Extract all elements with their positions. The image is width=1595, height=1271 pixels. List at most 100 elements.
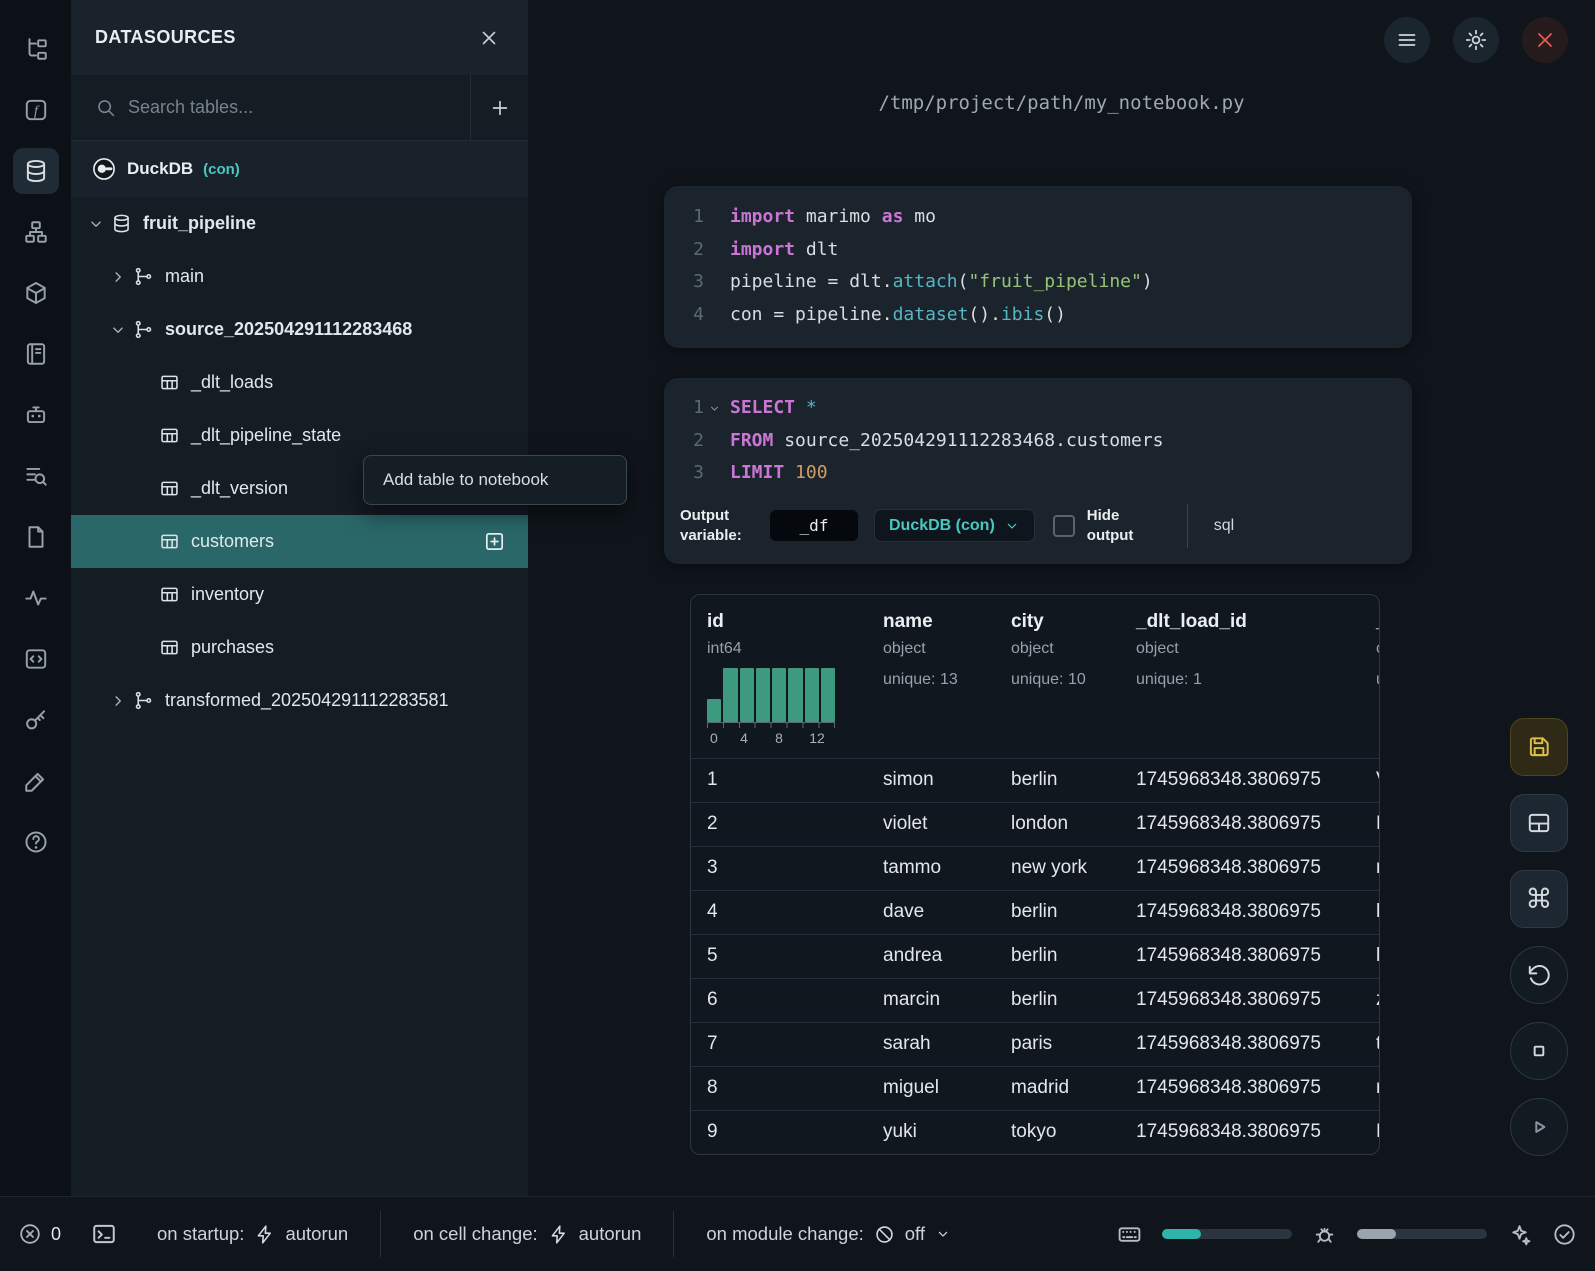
restart-button[interactable] [1510, 946, 1568, 1004]
tree-item-label: inventory [191, 584, 264, 605]
sidebar-datasources-button[interactable] [13, 148, 59, 194]
error-count: 0 [51, 1224, 61, 1245]
stop-button[interactable] [1510, 1022, 1568, 1080]
tree-item-source_202504291112283468[interactable]: source_202504291112283468 [71, 303, 528, 356]
table-row[interactable]: 2violetlondon1745968348.3806975D [691, 802, 1379, 846]
tree-item-label: source_202504291112283468 [165, 319, 412, 340]
sidebar-scratchpad-button[interactable] [13, 514, 59, 560]
sidebar-tracing-button[interactable] [13, 575, 59, 621]
statusbar-left: 0 [18, 1221, 117, 1247]
bug-icon [1312, 1222, 1337, 1247]
panel-title: DATASOURCES [95, 27, 236, 48]
sidebar-secrets-button[interactable] [13, 697, 59, 743]
errors-indicator[interactable]: 0 [18, 1222, 61, 1246]
slider-1[interactable] [1162, 1229, 1292, 1239]
table-row[interactable]: 8miguelmadrid1745968348.3806975r [691, 1066, 1379, 1110]
tree-item-label: _dlt_version [191, 478, 288, 499]
chevron-down-icon [109, 321, 127, 339]
tree-item-transformed_202504291112283581[interactable]: transformed_202504291112283581 [71, 674, 528, 727]
sidebar-variables-button[interactable]: f [13, 87, 59, 133]
column-header-city[interactable]: cityobjectunique: 10 [995, 611, 1120, 748]
add-table-tooltip: Add table to notebook [363, 455, 627, 505]
code-cell-sql[interactable]: 1SELECT *2FROM source_202504291112283468… [664, 378, 1412, 564]
tree-item-_dlt_loads[interactable]: _dlt_loads [71, 356, 528, 409]
tree-item-customers[interactable]: customers [71, 515, 528, 568]
engine-select-dropdown[interactable]: DuckDB (con) [874, 509, 1035, 542]
config-label: on startup: [157, 1223, 244, 1245]
engine-row-duckdb[interactable]: DuckDB (con) [71, 141, 528, 197]
engine-select-value: DuckDB (con) [889, 517, 995, 535]
column-header-_dlt_load_id[interactable]: _dlt_load_idobjectunique: 1 [1120, 611, 1360, 748]
table-icon [159, 478, 180, 499]
on-cell-change-config[interactable]: on cell change:autorun [380, 1211, 673, 1257]
sidebar-documentation-button[interactable] [13, 331, 59, 377]
terminal-button[interactable] [91, 1221, 117, 1247]
tree-item-main[interactable]: main [71, 250, 528, 303]
python-code-editor[interactable]: 1import marimo as mo2import dlt3pipeline… [664, 201, 1412, 331]
add-table-to-notebook-button[interactable] [483, 530, 506, 553]
add-datasource-button[interactable] [470, 75, 528, 140]
tree-item-fruit_pipeline[interactable]: fruit_pipeline [71, 197, 528, 250]
undo-icon [1526, 962, 1552, 988]
status-check-button[interactable] [1552, 1222, 1577, 1247]
on-startup-config[interactable]: on startup:autorun [125, 1211, 380, 1257]
tree-item-purchases[interactable]: purchases [71, 621, 528, 674]
table-row[interactable]: 4daveberlin1745968348.3806975h [691, 890, 1379, 934]
code-cell-python[interactable]: 1import marimo as mo2import dlt3pipeline… [664, 186, 1412, 348]
keyboard-button[interactable] [1117, 1222, 1142, 1247]
settings-button[interactable] [1453, 17, 1499, 63]
layout-button[interactable] [1510, 794, 1568, 852]
sidebar-help-button[interactable] [13, 819, 59, 865]
table-row[interactable]: 3tammonew york1745968348.3806975r [691, 846, 1379, 890]
panel-close-button[interactable] [474, 23, 504, 53]
sidebar-dependencies-button[interactable] [13, 209, 59, 255]
table-row[interactable]: 7sarahparis1745968348.3806975t [691, 1022, 1379, 1066]
result-table: idint6404812nameobjectunique: 13cityobje… [690, 594, 1380, 1155]
column-header-name[interactable]: nameobjectunique: 13 [867, 611, 995, 748]
ai-sparkles-button[interactable] [1507, 1222, 1532, 1247]
snippets-icon [23, 646, 49, 672]
debug-button[interactable] [1312, 1222, 1337, 1247]
statusbar-right [1117, 1222, 1577, 1247]
table-icon [159, 531, 180, 552]
lightning-icon [254, 1224, 275, 1245]
close-app-button[interactable] [1522, 17, 1568, 63]
top-actions [1384, 17, 1568, 63]
database-icon [111, 213, 132, 234]
slider-2[interactable] [1357, 1229, 1487, 1239]
search-input[interactable] [116, 97, 470, 118]
command-palette-button[interactable]: ⌘ [1510, 870, 1568, 928]
sidebar-files-button[interactable] [13, 26, 59, 72]
sidebar-annotations-button[interactable] [13, 758, 59, 804]
run-button[interactable] [1510, 1098, 1568, 1156]
schema-icon [133, 266, 154, 287]
table-icon [159, 637, 180, 658]
table-row[interactable]: 6marcinberlin1745968348.3806975z [691, 978, 1379, 1022]
table-row[interactable]: 1simonberlin1745968348.3806975V [691, 758, 1379, 802]
panel-header: DATASOURCES [71, 0, 528, 75]
output-variable-input[interactable] [770, 510, 858, 541]
sidebar-snippets-button[interactable] [13, 636, 59, 682]
table-row[interactable]: 9yukitokyo1745968348.3806975E [691, 1110, 1379, 1154]
config-label: on module change: [706, 1223, 863, 1245]
packages-icon [23, 280, 49, 306]
table-row[interactable]: 5andreaberlin1745968348.3806975k [691, 934, 1379, 978]
on-module-change-config[interactable]: on module change: off [673, 1211, 983, 1257]
column-header-_dlt_id[interactable]: _dlt_idobjectunique: 13 [1360, 611, 1380, 748]
fold-chevron-icon[interactable] [708, 402, 721, 415]
menu-button[interactable] [1384, 17, 1430, 63]
config-value: off [905, 1223, 925, 1245]
table-icon [159, 425, 180, 446]
save-button[interactable] [1510, 718, 1568, 776]
ai-chat-icon [23, 402, 49, 428]
scratchpad-icon [23, 524, 49, 550]
command-icon: ⌘ [1526, 886, 1553, 913]
activity-bar: f [0, 0, 71, 1196]
sidebar-ai-chat-button[interactable] [13, 392, 59, 438]
sidebar-logs-button[interactable] [13, 453, 59, 499]
tree-item-inventory[interactable]: inventory [71, 568, 528, 621]
sql-code-editor[interactable]: 1SELECT *2FROM source_202504291112283468… [664, 392, 1412, 490]
hide-output-checkbox[interactable] [1053, 515, 1075, 537]
sidebar-packages-button[interactable] [13, 270, 59, 316]
column-header-id[interactable]: idint6404812 [691, 611, 867, 748]
